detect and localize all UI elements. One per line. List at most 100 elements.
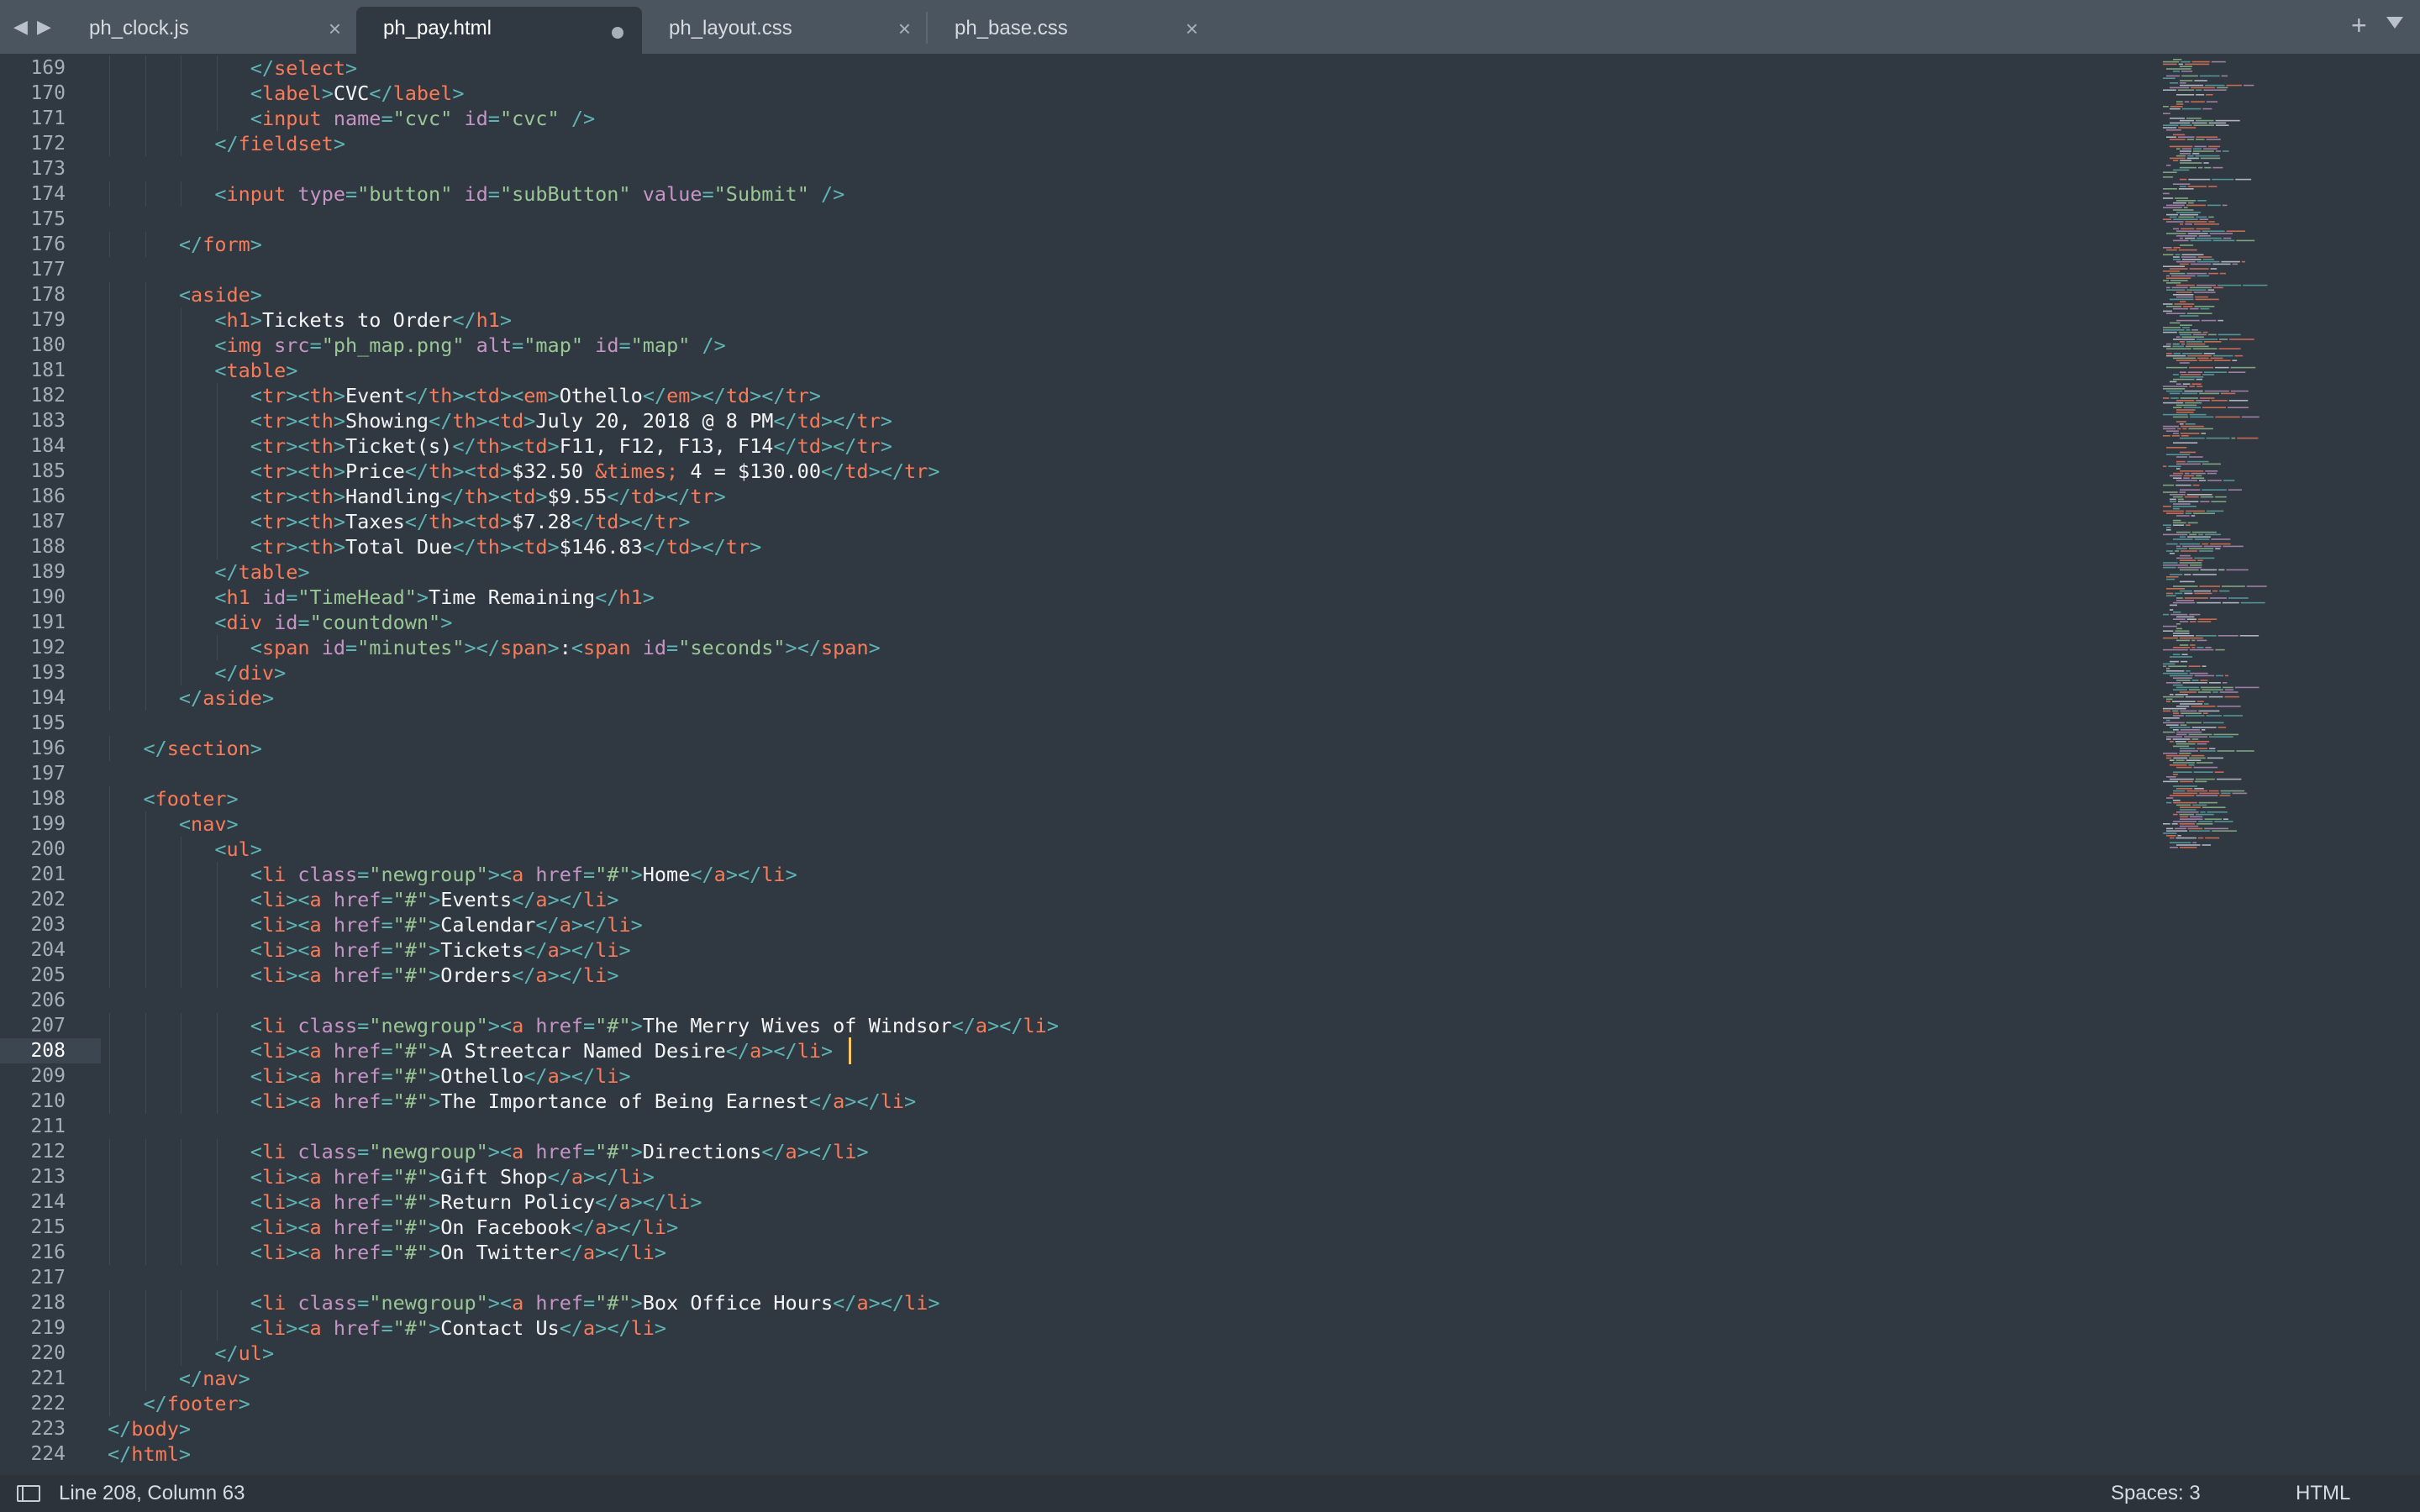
code-line[interactable]: </form> bbox=[108, 232, 262, 257]
indent-guide bbox=[109, 862, 110, 887]
sidebar-toggle-icon[interactable] bbox=[17, 1485, 40, 1502]
code-line[interactable]: <input type="button" id="subButton" valu… bbox=[108, 181, 844, 207]
minimap-line bbox=[2223, 480, 2235, 481]
minimap-line bbox=[2198, 360, 2212, 361]
code-line[interactable]: </html> bbox=[108, 1441, 191, 1467]
minimap-line bbox=[2184, 574, 2191, 575]
code-line[interactable]: <tr><th>Price</th><td>$32.50 &times; 4 =… bbox=[108, 459, 940, 484]
minimap-line bbox=[2178, 331, 2202, 333]
chevron-left-icon[interactable]: ◀ bbox=[13, 15, 28, 39]
code-line[interactable]: <h1 id="TimeHead">Time Remaining</h1> bbox=[108, 585, 655, 610]
code-line[interactable]: <li><a href="#">On Facebook</a></li> bbox=[108, 1215, 678, 1240]
code-line[interactable]: <nav> bbox=[108, 811, 239, 837]
minimap-line bbox=[2163, 413, 2188, 416]
code-line[interactable]: </fieldset> bbox=[108, 131, 345, 156]
minimap-line bbox=[2217, 319, 2224, 322]
minimap-line bbox=[2178, 249, 2197, 251]
indent-guide bbox=[181, 131, 182, 156]
code-line[interactable]: <li><a href="#">Events</a></li> bbox=[108, 887, 619, 912]
minimap-line bbox=[2166, 736, 2183, 738]
code-line[interactable]: <img src="ph_map.png" alt="map" id="map"… bbox=[108, 333, 725, 358]
line-number: 216 bbox=[30, 1242, 66, 1263]
tab-ph-pay-html[interactable]: ph_pay.html bbox=[356, 7, 642, 54]
tab-ph-base-css[interactable]: ph_base.css × bbox=[928, 7, 1213, 54]
code-line[interactable]: <li><a href="#">Calendar</a></li> bbox=[108, 912, 643, 937]
minimap-line bbox=[2177, 501, 2199, 502]
minimap[interactable] bbox=[2158, 54, 2420, 1475]
code-line[interactable]: <li><a href="#">On Twitter</a></li> bbox=[108, 1240, 666, 1265]
unsaved-dot-icon[interactable] bbox=[612, 27, 623, 39]
minimap-line bbox=[2173, 762, 2195, 764]
code-area[interactable]: </select> <label>CVC</label> <input name… bbox=[108, 54, 2158, 1475]
code-line[interactable]: <tr><th>Total Due</th><td>$146.83</td></… bbox=[108, 534, 761, 559]
code-line[interactable]: </div> bbox=[108, 660, 286, 685]
editor-pane[interactable]: 169 170 171 172 173 174 175 176 177 178 179 180 181 1… bbox=[0, 54, 2420, 1475]
indent-guide bbox=[145, 685, 146, 711]
indent-guide bbox=[145, 307, 146, 333]
code-line[interactable]: <li><a href="#">Orders</a></li> bbox=[108, 963, 619, 988]
code-line[interactable]: </aside> bbox=[108, 685, 274, 711]
minimap-line bbox=[2166, 724, 2179, 726]
minimap-line bbox=[2176, 291, 2192, 293]
minimap-line bbox=[2177, 498, 2184, 501]
minimap-line bbox=[2170, 280, 2188, 281]
code-line[interactable]: <li><a href="#">The Importance of Being … bbox=[108, 1089, 916, 1114]
code-line[interactable]: <li><a href="#">Tickets</a></li> bbox=[108, 937, 631, 963]
code-line[interactable]: <tr><th>Ticket(s)</th><td>F11, F12, F13,… bbox=[108, 433, 892, 459]
code-line[interactable]: </table> bbox=[108, 559, 309, 585]
close-icon[interactable]: × bbox=[1186, 7, 1198, 50]
code-line[interactable]: <h1>Tickets to Order</h1> bbox=[108, 307, 512, 333]
code-line[interactable]: <aside> bbox=[108, 282, 262, 307]
tab-ph-layout-css[interactable]: ph_layout.css × bbox=[642, 7, 926, 54]
chevron-right-icon[interactable]: ▶ bbox=[37, 15, 51, 39]
indent-guide bbox=[216, 862, 218, 887]
code-line[interactable]: <li><a href="#">Contact Us</a></li> bbox=[108, 1315, 666, 1341]
code-line[interactable]: </ul> bbox=[108, 1341, 274, 1366]
code-line[interactable]: <li><a href="#">Return Policy</a></li> bbox=[108, 1189, 702, 1215]
code-line[interactable]: </footer> bbox=[108, 1391, 250, 1416]
code-line[interactable]: <li><a href="#">A Streetcar Named Desire… bbox=[108, 1038, 844, 1063]
minimap-line bbox=[2199, 218, 2209, 220]
minimap-line bbox=[2173, 771, 2192, 773]
minimap-line bbox=[2166, 129, 2181, 131]
code-line[interactable]: <footer> bbox=[108, 786, 238, 811]
code-line[interactable]: <tr><th>Showing</th><td>July 20, 2018 @ … bbox=[108, 408, 892, 433]
minimap-line bbox=[2189, 413, 2207, 416]
line-number: 214 bbox=[30, 1191, 66, 1213]
indentation-setting[interactable]: Spaces: 3 bbox=[2111, 1475, 2201, 1512]
code-line[interactable]: <tr><th>Handling</th><td>$9.55</td></tr> bbox=[108, 484, 726, 509]
code-line[interactable]: <li class="newgroup"><a href="#">The Mer… bbox=[108, 1013, 1059, 1038]
minimap-line bbox=[2173, 821, 2197, 822]
code-line[interactable]: <span id="minutes"></span>:<span id="sec… bbox=[108, 635, 881, 660]
minimap-line bbox=[2200, 307, 2210, 310]
code-line[interactable]: <li class="newgroup"><a href="#">Home</a… bbox=[108, 862, 797, 887]
code-line[interactable]: <label>CVC</label> bbox=[108, 81, 465, 106]
code-line[interactable]: <li class="newgroup"><a href="#">Directi… bbox=[108, 1139, 869, 1164]
minimap-line bbox=[2170, 694, 2174, 696]
indent-guide bbox=[181, 1189, 182, 1215]
code-line[interactable]: <tr><th>Taxes</th><td>$7.28</td></tr> bbox=[108, 509, 691, 534]
code-line[interactable]: <div id="countdown"> bbox=[108, 610, 452, 635]
tab-ph-clock-js[interactable]: ph_clock.js × bbox=[62, 7, 356, 54]
close-icon[interactable]: × bbox=[329, 7, 341, 50]
code-line[interactable]: <li><a href="#">Gift Shop</a></li> bbox=[108, 1164, 655, 1189]
code-line[interactable]: <table> bbox=[108, 358, 297, 383]
minimap-line bbox=[2189, 613, 2201, 616]
code-line[interactable]: </nav> bbox=[108, 1366, 250, 1391]
code-line[interactable]: <ul> bbox=[108, 837, 262, 862]
chevron-down-icon[interactable] bbox=[2386, 17, 2403, 29]
minimap-line bbox=[2196, 743, 2207, 745]
code-line[interactable]: </body> bbox=[108, 1416, 191, 1441]
code-line[interactable]: </section> bbox=[108, 736, 262, 761]
minimap-line bbox=[2180, 825, 2199, 827]
minimap-line bbox=[2173, 612, 2181, 613]
close-icon[interactable]: × bbox=[898, 7, 911, 50]
plus-icon[interactable]: + bbox=[2351, 10, 2367, 41]
indent-guide bbox=[145, 408, 146, 433]
code-line[interactable]: <li><a href="#">Othello</a></li> bbox=[108, 1063, 631, 1089]
indent-guide bbox=[216, 887, 218, 912]
minimap-line bbox=[2176, 103, 2184, 105]
code-line[interactable]: <li class="newgroup"><a href="#">Box Off… bbox=[108, 1290, 940, 1315]
syntax-selector[interactable]: HTML bbox=[2296, 1475, 2350, 1512]
code-line[interactable]: <tr><th>Event</th><td><em>Othello</em></… bbox=[108, 383, 821, 408]
